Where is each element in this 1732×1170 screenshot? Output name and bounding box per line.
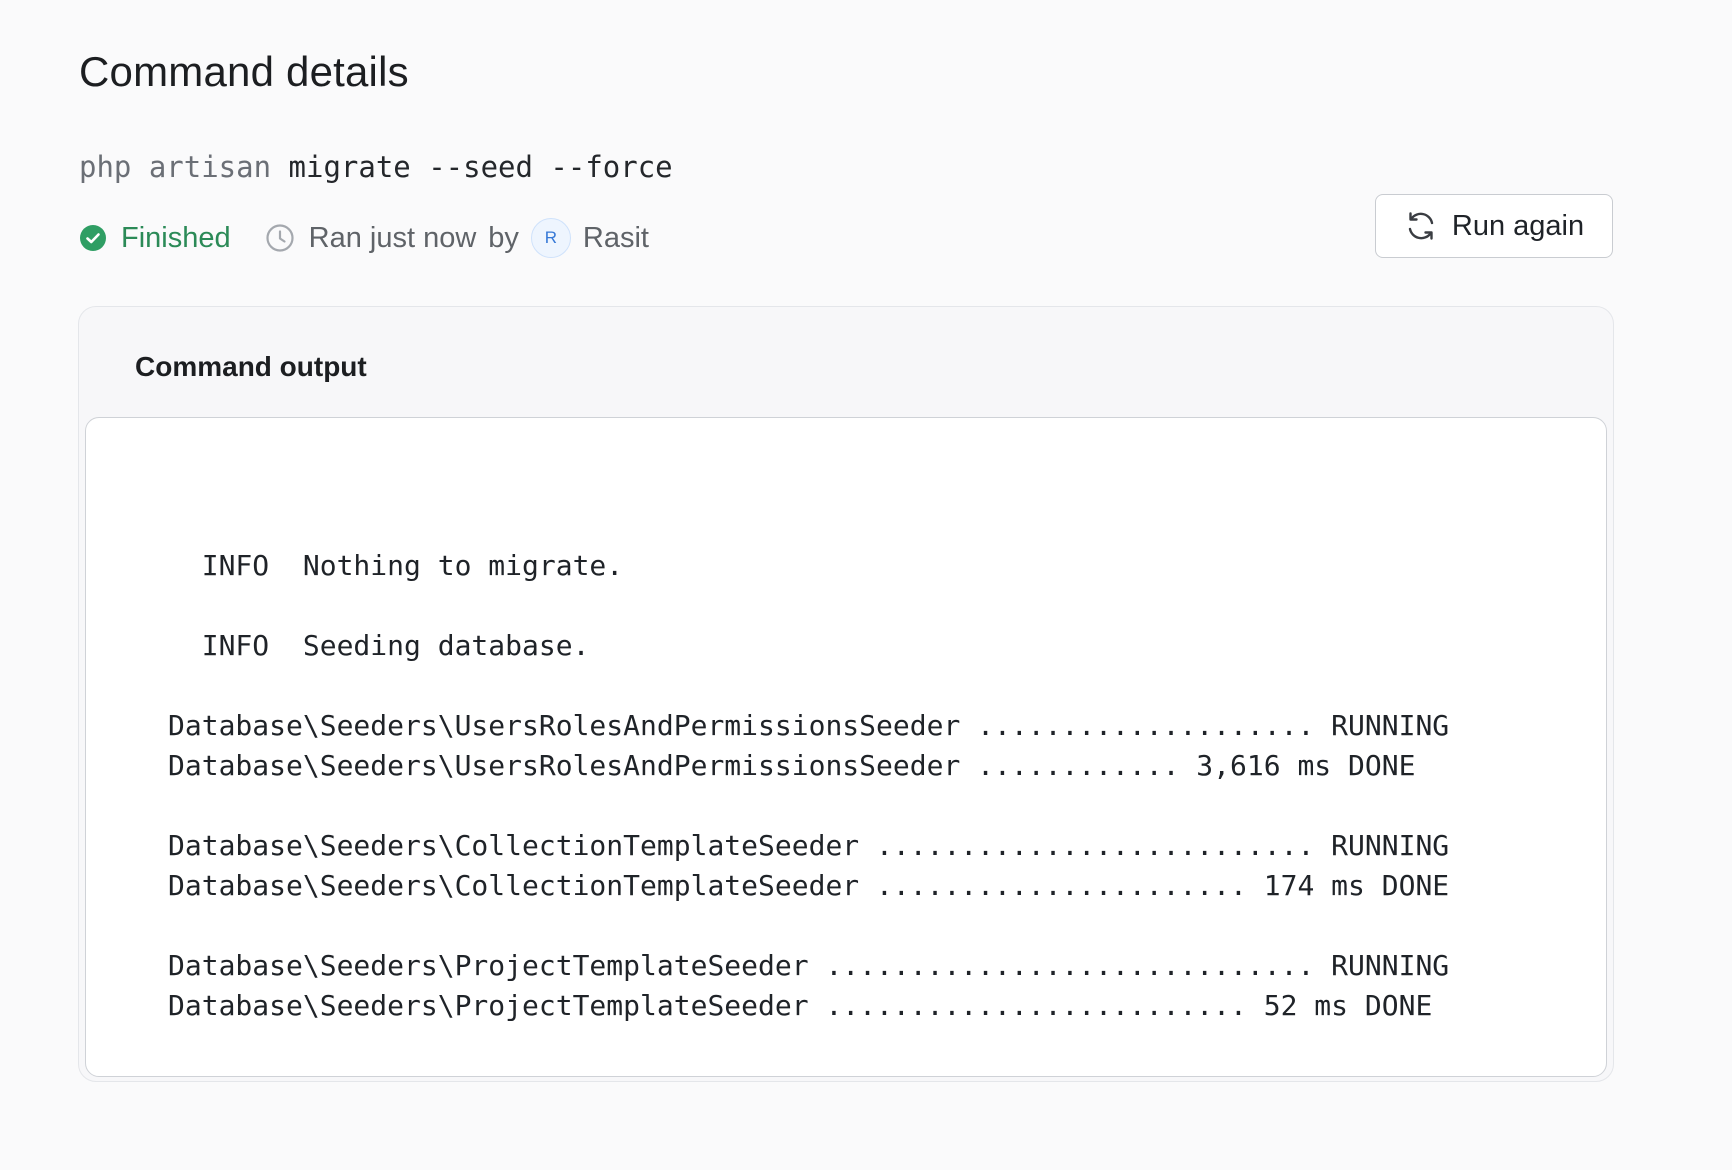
clock-icon xyxy=(266,224,294,252)
output-line: Database\Seeders\ProjectTemplateSeeder .… xyxy=(168,949,1450,982)
output-line: INFO Seeding database. xyxy=(168,629,590,662)
output-line: Database\Seeders\CollectionTemplateSeede… xyxy=(168,829,1450,862)
output-panel[interactable]: INFO Nothing to migrate. INFO Seeding da… xyxy=(85,417,1607,1077)
run-again-label: Run again xyxy=(1451,209,1585,242)
status-label: Finished xyxy=(121,221,231,254)
output-title: Command output xyxy=(135,351,367,382)
command-prefix: php artisan xyxy=(79,150,272,184)
output-line: INFO Nothing to migrate. xyxy=(168,549,624,582)
ran-time: Ran just now xyxy=(308,221,477,254)
page-title: Command details xyxy=(79,48,409,95)
output-line: Database\Seeders\UsersRolesAndPermission… xyxy=(168,749,1416,782)
check-circle-icon xyxy=(80,225,106,251)
ran-info: Ran just now by R Rasit xyxy=(265,218,649,258)
command-details-page: Command details php artisan migrate --se… xyxy=(0,0,1732,1170)
user-name[interactable]: Rasit xyxy=(583,222,649,255)
refresh-icon xyxy=(1408,212,1434,240)
run-again-button[interactable]: Run again xyxy=(1375,194,1613,258)
output-log: INFO Nothing to migrate. INFO Seeding da… xyxy=(168,506,1449,1026)
output-line: Database\Seeders\ProjectTemplateSeeder .… xyxy=(168,989,1433,1022)
avatar: R xyxy=(530,218,571,258)
command-output-card: Command output INFO Nothing to migrate. … xyxy=(78,306,1614,1082)
ran-by-label: by xyxy=(488,221,519,254)
command-args: migrate --seed --force xyxy=(288,150,673,184)
command-line: php artisan migrate --seed --force xyxy=(79,150,673,184)
status-badge: Finished xyxy=(79,222,231,255)
output-line: Database\Seeders\UsersRolesAndPermission… xyxy=(168,709,1450,742)
command-meta: Finished Ran just now by R Rasit xyxy=(79,218,649,258)
output-line: Database\Seeders\CollectionTemplateSeede… xyxy=(168,869,1450,902)
